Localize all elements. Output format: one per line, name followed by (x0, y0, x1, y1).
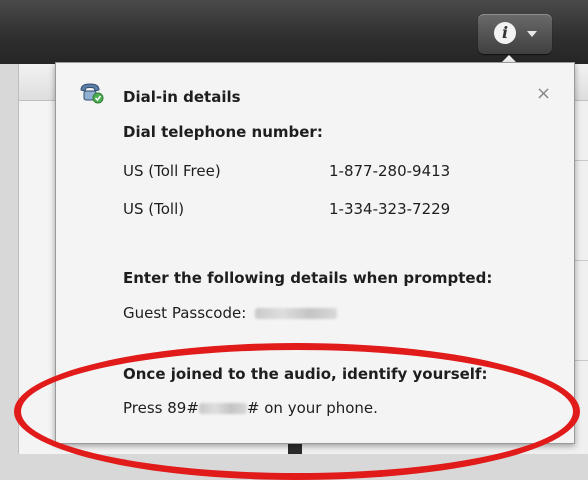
redacted-passcode (255, 308, 338, 319)
passcode-row: Guest Passcode: (123, 304, 338, 322)
number-value-toll-free: 1-877-280-9413 (329, 162, 451, 180)
passcode-label: Guest Passcode: (123, 304, 247, 322)
press-prefix: Press 89# (123, 399, 199, 417)
redacted-code (198, 403, 247, 414)
app-toolbar: i (0, 0, 588, 64)
dial-in-details-popup: Dial-in details × Dial telephone number:… (55, 62, 575, 444)
prompt-heading: Enter the following details when prompte… (123, 269, 493, 287)
info-menu-button[interactable]: i (478, 14, 552, 54)
dial-heading: Dial telephone number: (123, 123, 323, 141)
popup-title: Dial-in details (123, 88, 241, 106)
number-label-toll-free: US (Toll Free) (123, 162, 221, 180)
info-icon: i (494, 22, 516, 44)
chevron-down-icon (527, 31, 537, 37)
press-suffix: # on your phone. (246, 399, 378, 417)
telephone-icon (80, 83, 104, 104)
identify-heading: Once joined to the audio, identify yours… (123, 365, 488, 383)
close-icon[interactable]: × (536, 83, 551, 104)
number-label-toll: US (Toll) (123, 200, 185, 218)
number-value-toll: 1-334-323-7229 (329, 200, 451, 218)
press-instruction: Press 89# # on your phone. (123, 399, 378, 417)
